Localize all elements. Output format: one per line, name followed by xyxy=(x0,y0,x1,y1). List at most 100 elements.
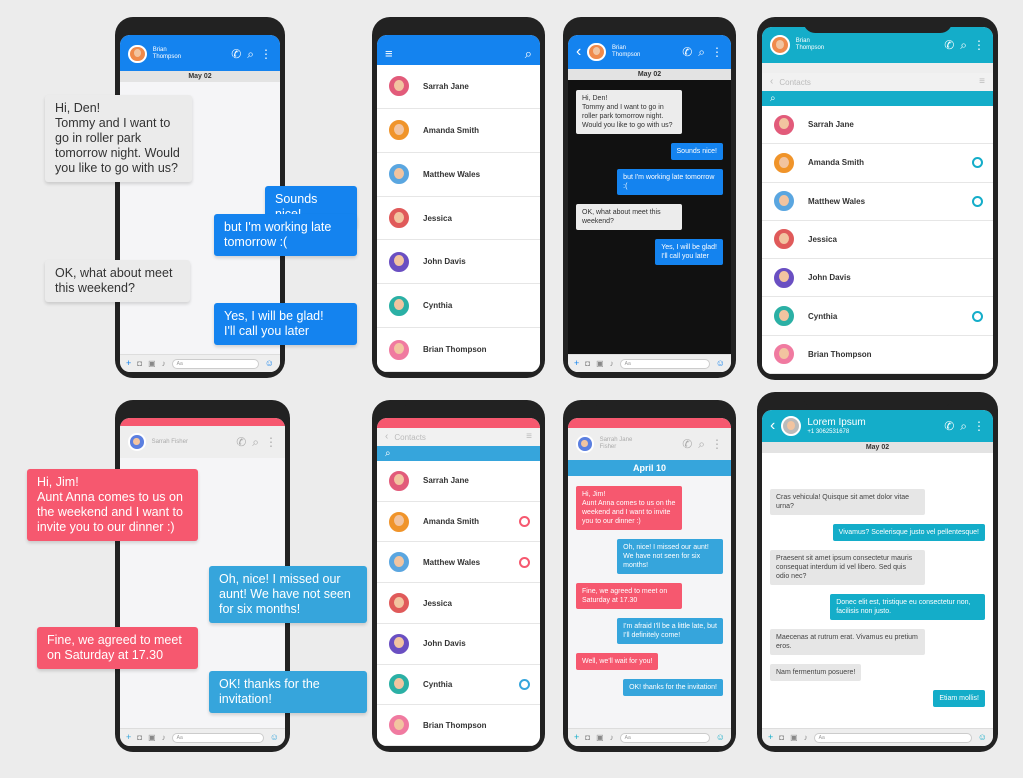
chevron-left-icon[interactable]: ‹ xyxy=(770,77,773,87)
camera-icon[interactable]: ◘ xyxy=(137,359,142,368)
microphone-icon[interactable]: ♪ xyxy=(162,359,166,368)
more-vertical-icon[interactable]: ⋮ xyxy=(265,436,277,448)
contact-row[interactable]: Amanda Smith xyxy=(377,109,540,153)
contact-list: Sarrah Jane Amanda Smith Matthew Wales Jess… xyxy=(377,65,540,372)
date-label: May 02 xyxy=(568,69,731,80)
phone-icon[interactable]: ✆ xyxy=(236,436,246,448)
image-icon[interactable]: ▣ xyxy=(148,733,156,742)
search-icon[interactable]: ⌕ xyxy=(247,48,254,60)
search-icon[interactable]: ⌕ xyxy=(960,420,967,432)
select-radio[interactable] xyxy=(519,678,530,690)
image-icon[interactable]: ▣ xyxy=(790,733,798,742)
contact-row[interactable]: Amanda Smith xyxy=(377,502,540,543)
contact-row[interactable]: Cynthia xyxy=(377,665,540,706)
camera-icon[interactable]: ◘ xyxy=(585,359,590,368)
hamburger-menu-icon[interactable]: ≡ xyxy=(979,77,985,87)
search-icon[interactable]: ⌕ xyxy=(698,438,705,450)
contact-name: Lorem Ipsum xyxy=(807,416,866,428)
phone-icon[interactable]: ✆ xyxy=(944,420,954,432)
phone-icon[interactable]: ✆ xyxy=(231,48,241,60)
contact-row[interactable]: Sarrah Jane xyxy=(762,106,993,145)
select-radio[interactable] xyxy=(972,157,983,169)
microphone-icon[interactable]: ♪ xyxy=(162,733,166,742)
contact-row[interactable]: John Davis xyxy=(377,624,540,665)
plus-icon[interactable]: + xyxy=(126,359,131,368)
more-vertical-icon[interactable]: ⋮ xyxy=(973,39,985,51)
chat-header: Brian Thompson ✆ ⌕ ⋮ xyxy=(120,37,280,71)
image-icon[interactable]: ▣ xyxy=(596,733,604,742)
contact-row[interactable]: Matthew Wales xyxy=(377,542,540,584)
contact-row[interactable]: Sarrah Jane xyxy=(377,461,540,502)
contact-row[interactable]: Jessica xyxy=(762,221,993,260)
message-input[interactable]: Aa xyxy=(171,732,264,743)
select-radio[interactable] xyxy=(972,310,983,322)
microphone-icon[interactable]: ♪ xyxy=(610,359,614,368)
phone-dark-chat: ‹ Brian Thompson ✆ ⌕ ⋮ May 02 Hi, Den! Tommy a… xyxy=(563,17,736,378)
emoji-icon[interactable]: ☺ xyxy=(265,359,274,368)
contact-row[interactable]: Brian Thompson xyxy=(377,705,540,746)
select-radio[interactable] xyxy=(519,516,530,528)
emoji-icon[interactable]: ☺ xyxy=(716,359,725,368)
camera-icon[interactable]: ◘ xyxy=(779,733,784,742)
select-radio[interactable] xyxy=(972,195,983,207)
plus-icon[interactable]: + xyxy=(574,359,579,368)
phone-icon[interactable]: ✆ xyxy=(682,438,692,450)
select-radio[interactable] xyxy=(519,556,530,568)
message-input[interactable]: Aa xyxy=(619,732,710,743)
camera-icon[interactable]: ◘ xyxy=(137,733,142,742)
contact-name: Jessica xyxy=(423,213,452,223)
more-vertical-icon[interactable]: ⋮ xyxy=(260,48,272,60)
contact-row[interactable]: Sarrah Jane xyxy=(377,65,540,109)
contact-row[interactable]: Cynthia xyxy=(377,284,540,329)
message-bubble-left: Cras vehicula! Quisque sit amet dolor vi… xyxy=(770,489,925,515)
search-icon[interactable]: ⌕ xyxy=(960,39,967,51)
contact-row[interactable]: Matthew Wales xyxy=(377,153,540,197)
chevron-left-icon[interactable]: ‹ xyxy=(385,432,388,442)
plus-icon[interactable]: + xyxy=(574,733,579,742)
more-vertical-icon[interactable]: ⋮ xyxy=(711,46,723,58)
message-input[interactable]: Aa xyxy=(171,358,259,369)
contact-row[interactable]: Amanda Smith xyxy=(762,144,993,183)
search-bar[interactable]: ⌕ xyxy=(762,91,993,106)
search-icon[interactable]: ⌕ xyxy=(385,448,391,459)
hamburger-menu-icon[interactable]: ≡ xyxy=(526,432,532,442)
emoji-icon[interactable]: ☺ xyxy=(270,733,279,742)
search-icon[interactable]: ⌕ xyxy=(252,436,259,448)
chevron-left-icon[interactable]: ‹ xyxy=(770,418,775,434)
search-icon[interactable]: ⌕ xyxy=(698,46,705,58)
message-input-bar: + ◘ ▣ ♪ Aa ☺ xyxy=(762,728,993,746)
contact-row[interactable]: Cynthia xyxy=(762,297,993,336)
contact-row[interactable]: Jessica xyxy=(377,583,540,624)
plus-icon[interactable]: + xyxy=(768,733,773,742)
microphone-icon[interactable]: ♪ xyxy=(804,733,808,742)
hamburger-menu-icon[interactable]: ≡ xyxy=(385,47,393,60)
more-vertical-icon[interactable]: ⋮ xyxy=(973,420,985,432)
contact-row[interactable]: Brian Thompson xyxy=(762,336,993,374)
contact-row[interactable]: Brian Thompson xyxy=(377,328,540,372)
contact-row[interactable]: John Davis xyxy=(377,240,540,285)
phone-notch xyxy=(595,17,704,33)
phone-icon[interactable]: ✆ xyxy=(944,39,954,51)
emoji-icon[interactable]: ☺ xyxy=(716,733,725,742)
search-icon[interactable]: ⌕ xyxy=(525,47,532,60)
message-input[interactable]: Aa xyxy=(619,358,710,369)
contact-row[interactable]: Jessica xyxy=(377,197,540,241)
image-icon[interactable]: ▣ xyxy=(148,359,156,368)
camera-icon[interactable]: ◘ xyxy=(585,733,590,742)
more-vertical-icon[interactable]: ⋮ xyxy=(711,438,723,450)
search-bar[interactable]: ⌕ xyxy=(377,446,540,461)
contact-row[interactable]: John Davis xyxy=(762,259,993,298)
emoji-icon[interactable]: ☺ xyxy=(978,733,987,742)
contacts-breadcrumb[interactable]: ‹ Contacts ≡ xyxy=(762,73,993,91)
microphone-icon[interactable]: ♪ xyxy=(610,733,614,742)
plus-icon[interactable]: + xyxy=(126,733,131,742)
search-icon[interactable]: ⌕ xyxy=(770,93,776,104)
contact-name: John Davis xyxy=(808,273,851,283)
message-input[interactable]: Aa xyxy=(813,732,972,743)
contact-row[interactable]: Matthew Wales xyxy=(762,183,993,221)
image-icon[interactable]: ▣ xyxy=(596,359,604,368)
phone-icon[interactable]: ✆ xyxy=(682,46,692,58)
contacts-breadcrumb[interactable]: ‹ Contacts ≡ xyxy=(377,428,540,446)
phone-notch xyxy=(595,400,704,416)
chevron-left-icon[interactable]: ‹ xyxy=(576,44,581,60)
